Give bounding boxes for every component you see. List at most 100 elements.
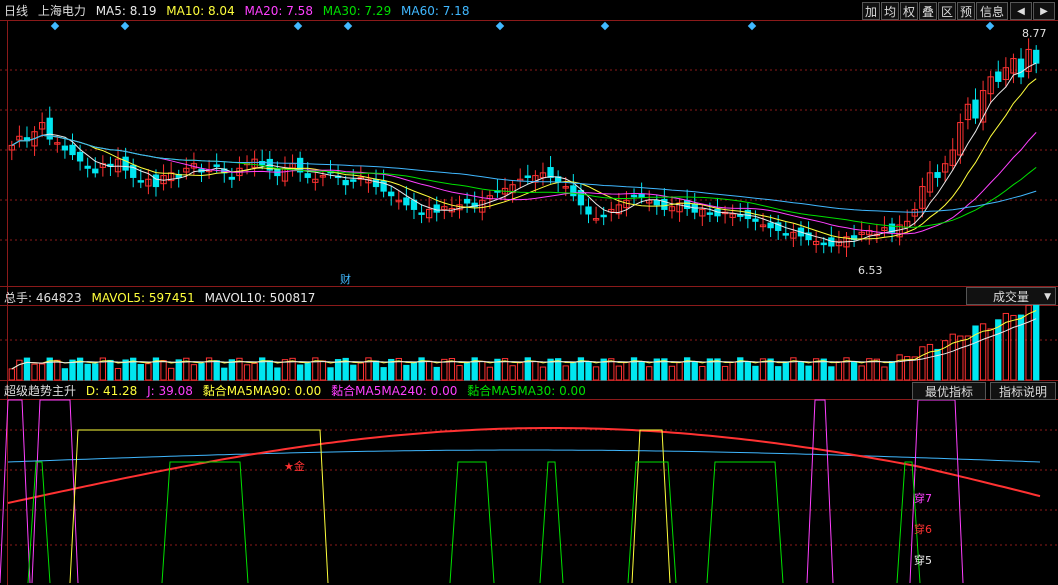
candle-body	[372, 179, 380, 188]
volume-bar	[160, 360, 167, 381]
volume-bar	[175, 359, 182, 381]
volume-bar	[296, 364, 304, 381]
chevron-down-icon: ▼	[1044, 292, 1051, 302]
volume-header: 总手: 464823 MAVOL5: 597451 MAVOL10: 50081…	[4, 288, 321, 308]
volume-bar	[31, 363, 38, 381]
volume-bar	[357, 362, 365, 381]
volume-bar	[281, 359, 289, 381]
volume-bar	[137, 363, 144, 381]
indicator-step-signal	[806, 399, 834, 584]
volume-bar	[403, 364, 410, 381]
candle-body	[152, 174, 160, 188]
candle-body	[137, 180, 144, 183]
indicator-step-signal	[539, 461, 564, 584]
candle-body	[585, 206, 592, 215]
candle-body	[1033, 49, 1040, 64]
mavol10-value: MAVOL10: 500817	[204, 291, 316, 305]
candle-body	[782, 233, 789, 236]
volume-bar	[304, 362, 311, 381]
indicator-step-signal	[27, 461, 51, 584]
cross7-label: 穿7	[914, 492, 932, 505]
cross6-label: 穿6	[914, 523, 932, 536]
volume-bar	[539, 366, 547, 381]
volume-bar	[592, 366, 600, 381]
volume-bar	[221, 367, 228, 381]
volume-bar	[835, 361, 843, 381]
volume-bar	[69, 359, 76, 381]
volume-bar	[517, 362, 524, 381]
volume-bar	[266, 360, 273, 381]
volume-bar	[122, 359, 129, 381]
volume-bar	[805, 365, 812, 381]
indicator-name[interactable]: 超级趋势主升	[4, 384, 76, 398]
volume-bar	[873, 358, 881, 381]
candle-body	[342, 180, 349, 186]
volume-bar	[775, 366, 782, 381]
candle-body	[92, 168, 99, 174]
volume-bar	[638, 361, 645, 381]
volume-bar	[23, 357, 31, 381]
volume-bar	[896, 354, 903, 381]
fin-marker[interactable]: 财	[340, 271, 351, 287]
volume-bar	[107, 359, 114, 381]
volume-bar	[926, 343, 934, 381]
volume-bar	[251, 362, 258, 381]
best-indicator-button[interactable]: 最优指标	[912, 382, 986, 400]
volume-bar	[167, 367, 175, 381]
indicator-s2: 黏合MA5MA240: 0.00	[331, 384, 458, 398]
ma5-line	[11, 62, 1037, 243]
candle-body	[61, 145, 69, 151]
volume-bar	[463, 362, 471, 381]
volume-bar	[479, 360, 486, 381]
candle-body	[403, 197, 410, 206]
event-diamond-icon	[495, 21, 505, 31]
volume-bar	[433, 366, 440, 381]
candle-body	[547, 167, 554, 178]
volume-bar	[744, 361, 752, 381]
indicator-s3: 黏合MA5MA30: 0.00	[467, 384, 586, 398]
volume-bar	[949, 333, 956, 381]
mavol5-value: MAVOL5: 597451	[91, 291, 195, 305]
event-diamond-icon	[343, 21, 353, 31]
candle-body	[463, 198, 471, 204]
indicator-step-signal	[449, 461, 495, 584]
volume-bar	[850, 361, 858, 381]
volume-bar	[729, 361, 736, 381]
candle-body	[752, 218, 759, 222]
candle-body	[524, 175, 531, 178]
volume-bar	[752, 365, 759, 381]
volume-bar	[327, 367, 334, 381]
volume-bar	[8, 368, 15, 381]
volume-bar	[228, 359, 236, 381]
volume-bar	[509, 365, 516, 381]
indicator-step-signal	[706, 461, 784, 584]
volume-dropdown-label: 成交量	[992, 290, 1029, 304]
volume-bar	[1010, 314, 1017, 381]
candle-body	[84, 165, 91, 169]
candle-body	[706, 212, 714, 215]
volume-dropdown[interactable]: 成交量 ▼	[966, 287, 1056, 305]
volume-bar	[190, 364, 198, 381]
indicator-step-signal	[161, 461, 249, 584]
candle-body	[600, 214, 607, 218]
candle-body	[388, 191, 395, 197]
volume-bar	[213, 360, 220, 381]
indicator-step-signal	[0, 399, 31, 584]
candle-body	[972, 99, 979, 119]
volume-bar	[456, 365, 463, 381]
candle-body	[69, 144, 76, 156]
volume-bar	[721, 365, 729, 381]
candle-body	[820, 242, 827, 246]
volume-bar	[92, 363, 99, 381]
volume-bar	[691, 361, 698, 381]
indicator-header: 超级趋势主升 D: 41.28 J: 39.08 黏合MA5MA90: 0.00…	[4, 381, 592, 401]
volume-bar	[372, 360, 380, 381]
indicator-d: D: 41.28	[85, 384, 138, 398]
candle-body	[767, 222, 774, 229]
volume-bar	[350, 364, 357, 381]
candle-body	[213, 164, 220, 167]
ma20-line	[11, 132, 1037, 235]
indicator-help-button[interactable]: 指标说明	[990, 382, 1056, 400]
volume-bar	[84, 363, 91, 381]
volume-bar	[676, 361, 683, 381]
